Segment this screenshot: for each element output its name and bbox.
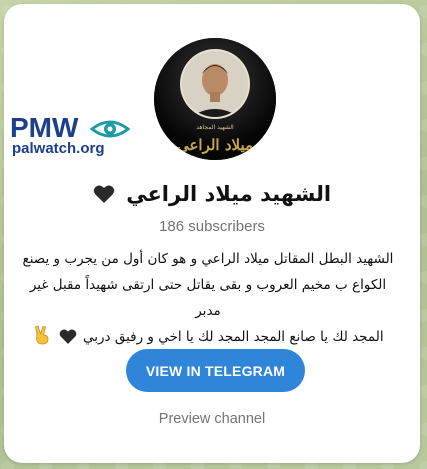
avatar-caption-large: ميلاد الراعي — [177, 136, 253, 155]
description-line-last: المجد لك يا صانع المجد المجد لك يا اخي و… — [22, 324, 394, 350]
victory-hand-icon — [35, 325, 49, 345]
channel-title-text: الشهيد ميلاد الراعي — [126, 182, 332, 206]
subscriber-count: 186 subscribers — [159, 218, 265, 235]
pmw-watermark: PMW palwatch.org — [10, 114, 130, 158]
preview-channel-link[interactable]: Preview channel — [4, 411, 420, 427]
pmw-logo-text: PMW — [10, 112, 79, 143]
channel-description: الشهيد البطل المقاتل ميلاد الراعي و هو ك… — [22, 246, 394, 350]
channel-title: الشهيد ميلاد الراعي — [4, 180, 420, 208]
black-heart-icon — [59, 329, 77, 344]
channel-avatar: الشهيد المجاهد ميلاد الراعي — [154, 38, 276, 160]
palwatch-site-text: palwatch.org — [12, 140, 105, 157]
black-heart-icon — [93, 185, 115, 203]
description-line: الكواع ب مخيم العروب و بقى يقاتل حتى ارت… — [29, 277, 387, 319]
avatar-caption-small: الشهيد المجاهد — [196, 124, 234, 131]
description-line: الشهيد البطل المقاتل ميلاد الراعي و هو ك… — [22, 251, 394, 267]
view-in-telegram-button[interactable]: VIEW IN TELEGRAM — [126, 349, 305, 392]
eye-logo-icon — [90, 120, 130, 138]
description-line: المجد لك يا صانع المجد المجد لك يا اخي و… — [83, 329, 384, 345]
